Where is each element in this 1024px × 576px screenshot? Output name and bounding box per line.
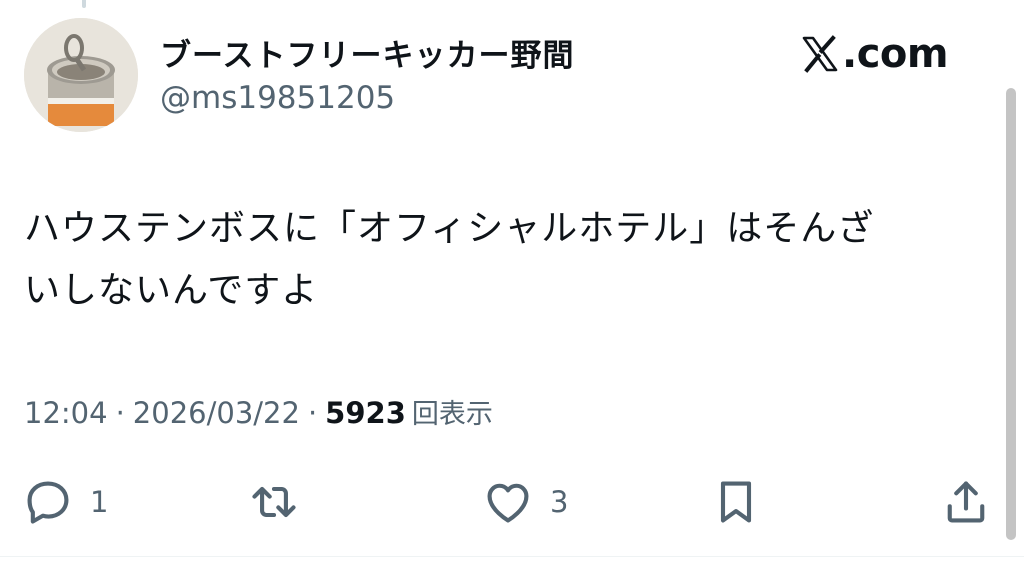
heart-icon	[487, 483, 529, 523]
tweet-date[interactable]: 2026/03/22	[133, 396, 300, 430]
tweet-time[interactable]: 12:04	[24, 396, 108, 430]
reply-icon	[27, 481, 69, 524]
reply-count: 1	[90, 485, 109, 519]
reply-button[interactable]: 1	[22, 472, 108, 532]
retweet-icon	[252, 486, 296, 518]
brand-label: .com	[842, 31, 949, 77]
like-count: 3	[550, 485, 569, 519]
bookmark-icon	[720, 481, 752, 523]
thread-line	[82, 0, 86, 8]
brand-mark: .com	[800, 30, 949, 78]
share-icon	[947, 481, 985, 523]
like-button[interactable]: 3	[482, 472, 568, 532]
scrollbar[interactable]	[1006, 88, 1016, 540]
meta-separator: ·	[307, 396, 318, 430]
share-button[interactable]	[940, 472, 992, 532]
retweet-button[interactable]	[248, 472, 300, 532]
tweet-text: ハウステンボスに「オフィシャルホテル」はそんざ いしないんですよ	[24, 208, 875, 311]
tweet-meta: 12:04 · 2026/03/22 · 5923 回表示	[24, 392, 493, 431]
avatar[interactable]	[24, 18, 138, 132]
views-label: 回表示	[411, 399, 493, 430]
bookmark-button[interactable]	[710, 472, 762, 532]
action-bar: 1 3	[0, 472, 1024, 532]
display-name[interactable]: ブーストフリーキッカー野間	[160, 30, 574, 75]
divider	[0, 556, 1024, 557]
avatar-image	[24, 18, 138, 132]
handle[interactable]: @ms19851205	[160, 80, 395, 116]
x-logo-icon	[802, 35, 838, 73]
views-count[interactable]: 5923	[325, 396, 406, 430]
meta-separator: ·	[115, 396, 125, 430]
